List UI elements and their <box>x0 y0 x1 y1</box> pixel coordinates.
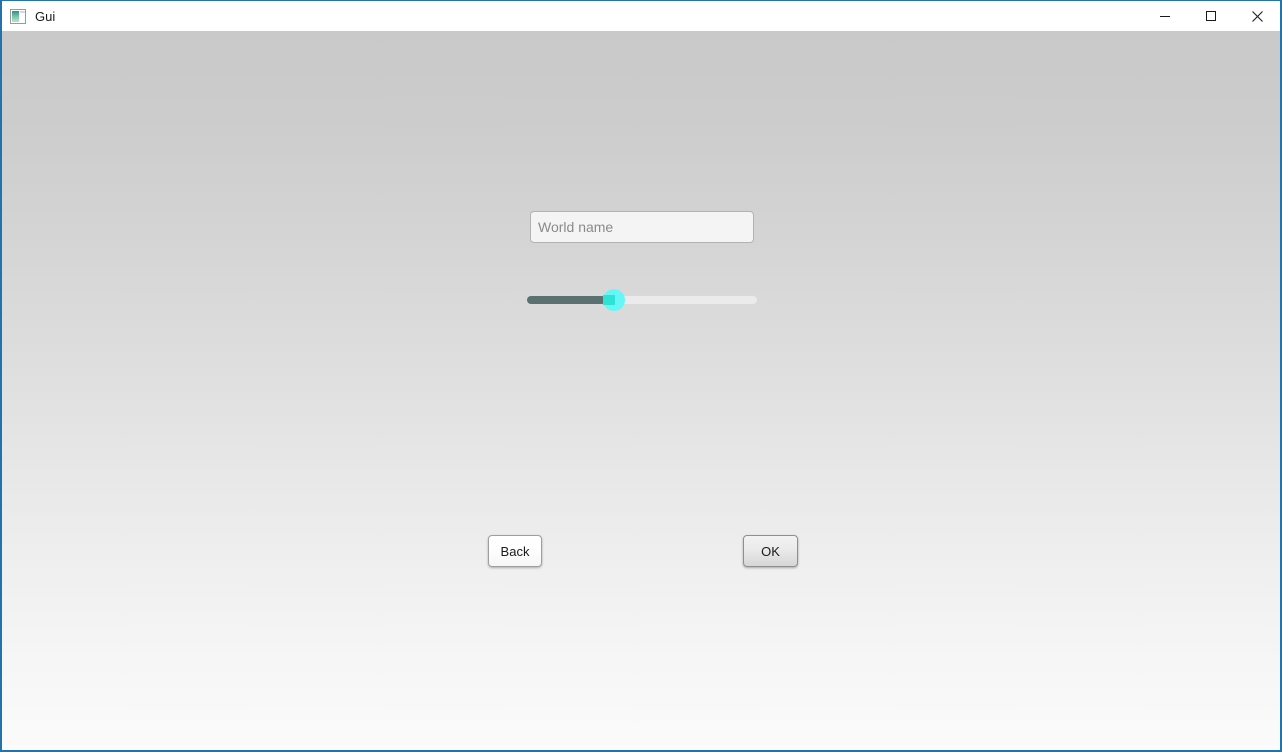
ok-button[interactable]: OK <box>743 535 798 567</box>
app-icon-bar <box>20 10 25 13</box>
window-controls <box>1142 1 1280 31</box>
title-bar-left: Gui <box>2 1 55 31</box>
application-window: Gui World name Back OK <box>0 0 1282 752</box>
app-icon-pane <box>12 10 19 22</box>
close-icon <box>1251 10 1264 23</box>
minimize-button[interactable] <box>1142 1 1188 31</box>
slider-thumb-inner <box>603 295 616 305</box>
main-content: Back OK <box>2 31 1280 750</box>
slider-fill <box>527 296 607 304</box>
back-button[interactable]: Back <box>488 535 542 567</box>
maximize-icon <box>1205 10 1217 22</box>
window-title: Gui <box>35 8 56 24</box>
app-window-icon <box>10 8 26 24</box>
world-size-slider[interactable] <box>527 289 757 319</box>
close-button[interactable] <box>1234 1 1280 31</box>
title-bar: Gui <box>2 1 1280 31</box>
maximize-button[interactable] <box>1188 1 1234 31</box>
minimize-icon <box>1159 10 1171 22</box>
world-name-input[interactable] <box>530 211 754 243</box>
slider-thumb[interactable] <box>603 289 626 311</box>
title-bar-drag-region[interactable] <box>55 1 1142 31</box>
